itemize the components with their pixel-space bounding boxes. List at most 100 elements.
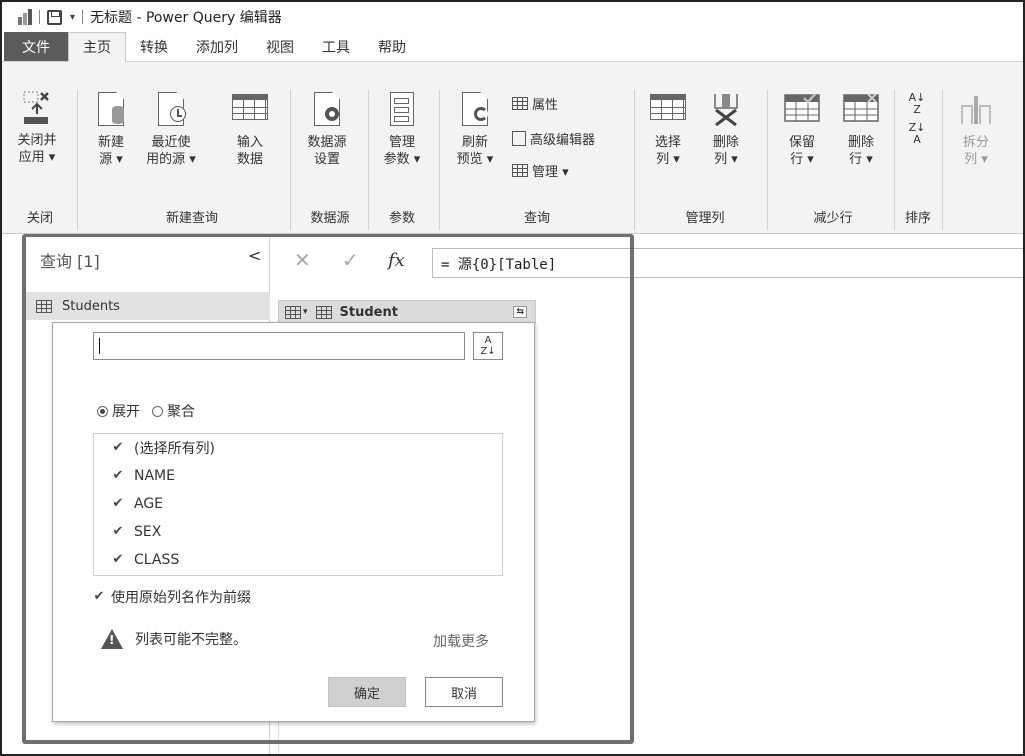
group-label-sort: 排序: [904, 211, 931, 226]
manage-icon: [512, 164, 528, 177]
refresh-preview-button[interactable]: 刷新 预览 ▾: [450, 92, 500, 168]
column-option-class[interactable]: ✔ CLASS: [94, 546, 502, 574]
sort-buttons[interactable]: A↓ Z Z↓ A: [902, 92, 932, 146]
mode-radio-group: 展开 聚合: [97, 401, 195, 421]
checkbox-checked-icon[interactable]: ✔: [112, 525, 124, 538]
checkbox-checked-icon[interactable]: ✔: [112, 469, 124, 482]
enter-data-button[interactable]: 输入 数据: [228, 94, 272, 168]
close-apply-button[interactable]: 关闭并 应用 ▾: [10, 90, 64, 166]
close-apply-label-1: 关闭并: [17, 133, 57, 148]
cancel-formula-icon[interactable]: ✕: [294, 248, 311, 272]
ribbon-tabs: 文件 主页 转换 添加列 视图 工具 帮助: [2, 32, 1023, 62]
refresh-icon: [460, 92, 490, 126]
group-label-manage-columns: 管理列: [685, 211, 725, 226]
keep-rows-button[interactable]: 保留 行 ▾: [778, 94, 826, 168]
column-option-age[interactable]: ✔ AGE: [94, 490, 502, 518]
advanced-editor-label: 高级编辑器: [530, 133, 596, 148]
expand-column-icon[interactable]: ⇆: [513, 306, 527, 318]
commit-formula-icon[interactable]: ✓: [342, 248, 359, 272]
keep-rows-icon: [784, 94, 820, 122]
close-apply-label-2: 应用 ▾: [18, 150, 56, 165]
column-option-label: NAME: [134, 468, 175, 484]
collapse-pane-icon[interactable]: <: [248, 246, 261, 265]
formula-input[interactable]: = 源{0}[Table]: [432, 248, 1023, 278]
column-option-sex[interactable]: ✔ SEX: [94, 518, 502, 546]
remove-columns-button[interactable]: 删除 列 ▾: [702, 92, 750, 168]
group-separator: [942, 90, 943, 230]
properties-label: 属性: [532, 98, 559, 113]
checkbox-checked-icon[interactable]: ✔: [93, 590, 105, 603]
group-label-reduce-rows: 减少行: [813, 211, 853, 226]
cancel-button[interactable]: 取消: [425, 677, 503, 707]
query-item-label: Students: [62, 298, 120, 314]
expand-radio[interactable]: [97, 405, 108, 417]
tab-view[interactable]: 视图: [252, 32, 308, 61]
refresh-preview-label-2: 预览 ▾: [456, 152, 494, 167]
new-source-label-2: 源 ▾: [99, 152, 123, 167]
properties-button[interactable]: 属性: [512, 94, 558, 113]
new-source-label-1: 新建: [97, 135, 124, 150]
tab-home[interactable]: 主页: [68, 32, 126, 62]
column-option-label: CLASS: [134, 552, 180, 568]
queries-title: 查询 [1]: [40, 252, 100, 271]
recent-sources-button[interactable]: 最近使 用的源 ▾: [138, 92, 204, 168]
datasource-settings-button[interactable]: 数据源 设置: [300, 92, 354, 168]
aggregate-radio-label: 聚合: [167, 404, 195, 420]
new-source-button[interactable]: 新建 源 ▾: [86, 92, 136, 168]
datasource-settings-label-1: 数据源: [307, 135, 347, 150]
tab-file[interactable]: 文件: [4, 32, 68, 61]
remove-rows-button[interactable]: 删除 行 ▾: [836, 94, 886, 168]
tab-tools[interactable]: 工具: [308, 32, 364, 61]
manage-parameters-button[interactable]: 管理 参数 ▾: [374, 92, 430, 168]
window-title: 无标题 - Power Query 编辑器: [90, 10, 282, 26]
column-option-select-all[interactable]: ✔ (选择所有列): [94, 434, 502, 462]
search-columns-input[interactable]: [93, 332, 465, 360]
save-icon[interactable]: [47, 9, 62, 25]
table-menu-dropdown-icon[interactable]: ▾: [303, 307, 308, 317]
aggregate-radio[interactable]: [152, 405, 163, 417]
ok-button[interactable]: 确定: [328, 677, 406, 707]
column-header[interactable]: ▾ Student ⇆: [278, 300, 536, 324]
group-separator: [634, 90, 635, 230]
group-separator: [77, 90, 78, 230]
group-label-datasource: 数据源: [310, 211, 350, 226]
fx-icon[interactable]: fx: [388, 250, 405, 271]
sort-descending-icon[interactable]: Z↓ A: [902, 122, 932, 146]
expand-radio-label: 展开: [112, 404, 140, 420]
remove-rows-label-1: 删除: [847, 135, 874, 150]
column-name: Student: [339, 304, 398, 320]
use-prefix-option[interactable]: ✔ 使用原始列名作为前缀: [93, 587, 251, 607]
advanced-editor-button[interactable]: 高级编辑器: [512, 129, 595, 148]
recent-sources-icon: [156, 92, 186, 126]
use-prefix-label: 使用原始列名作为前缀: [111, 590, 251, 606]
datasource-settings-icon: [312, 92, 342, 126]
group-separator: [368, 90, 369, 230]
column-option-name[interactable]: ✔ NAME: [94, 462, 502, 490]
incomplete-list-warning: ! 列表可能不完整。: [101, 629, 247, 649]
sort-ascending-icon[interactable]: A↓ Z: [902, 92, 932, 116]
manage-label: 管理 ▾: [532, 165, 569, 180]
manage-button[interactable]: 管理 ▾: [512, 161, 569, 180]
checkbox-checked-icon[interactable]: ✔: [112, 553, 124, 566]
tab-help[interactable]: 帮助: [364, 32, 420, 61]
column-checklist: ✔ (选择所有列) ✔ NAME ✔ AGE ✔ SEX ✔ CLASS: [93, 433, 503, 576]
group-label-new-query: 新建查询: [165, 211, 218, 226]
remove-rows-label-2: 行 ▾: [849, 152, 873, 167]
title-bar: ▾ 无标题 - Power Query 编辑器: [2, 2, 1023, 32]
sort-az-button[interactable]: A Z↓: [473, 332, 503, 360]
ribbon: 关闭并 应用 ▾ 新建 源 ▾ 最近使 用的源 ▾ 输入 数据 数据源 设置 管…: [2, 62, 1023, 234]
tab-add-column[interactable]: 添加列: [182, 32, 252, 61]
close-apply-icon: [23, 91, 49, 124]
enter-data-label-1: 输入: [236, 135, 263, 150]
choose-columns-button[interactable]: 选择 列 ▾: [644, 94, 692, 168]
quick-access-dropdown-icon[interactable]: ▾: [70, 12, 75, 23]
load-more-link[interactable]: 加载更多: [433, 631, 489, 651]
column-option-label: (选择所有列): [134, 441, 215, 457]
checkbox-checked-icon[interactable]: ✔: [112, 441, 124, 454]
query-item-students[interactable]: Students: [22, 292, 270, 320]
table-type-icon[interactable]: [285, 305, 301, 319]
tab-transform[interactable]: 转换: [126, 32, 182, 61]
checkbox-checked-icon[interactable]: ✔: [112, 497, 124, 510]
new-source-icon: [96, 92, 126, 126]
split-column-button[interactable]: 拆分 列 ▾: [952, 92, 1000, 168]
